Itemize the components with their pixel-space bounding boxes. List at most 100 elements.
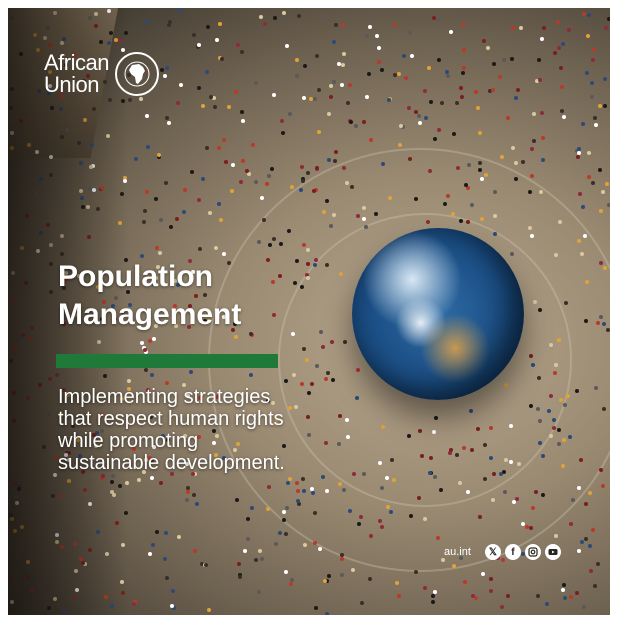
person-dot [141,219,146,224]
person-dot [231,163,236,168]
person-dot [530,173,535,178]
person-dot [571,498,576,503]
person-dot [386,97,391,102]
person-dot [426,65,431,70]
person-dot [582,233,587,238]
person-dot [165,381,170,386]
person-dot [577,147,582,152]
person-dot [349,120,354,125]
logo-wordmark: African Union [44,52,109,96]
person-dot [349,184,354,189]
person-dot [288,581,293,586]
person-dot [479,176,484,181]
person-dot [305,357,310,362]
african-union-logo: African Union [44,52,159,96]
person-dot [270,166,275,171]
person-dot [506,115,511,120]
person-dot [407,434,412,439]
person-dot [366,71,371,76]
person-dot [308,97,313,102]
person-dot [188,370,193,375]
person-dot [510,252,515,257]
person-dot [414,570,419,575]
person-dot [466,489,471,494]
person-dot [563,403,568,408]
person-dot [315,54,320,59]
person-dot [305,261,310,266]
person-dot [306,414,311,419]
person-dot [208,94,213,99]
person-dot [330,378,335,383]
person-dot [281,10,286,15]
person-dot [433,589,438,594]
person-dot [185,498,190,503]
person-dot [332,212,337,217]
person-dot [285,480,290,485]
person-dot [274,541,279,546]
person-dot [259,196,264,201]
person-dot [434,415,439,420]
person-dot [217,202,222,207]
person-dot [574,591,579,596]
person-dot [531,363,536,368]
person-dot [171,589,176,594]
person-dot [301,95,306,100]
person-dot [431,600,436,605]
person-dot [569,594,574,599]
person-dot [154,529,159,534]
person-dot [258,548,263,553]
person-dot [377,518,382,523]
logo-line2: Union [44,72,99,97]
person-dot [374,33,379,38]
person-dot [489,576,494,581]
person-dot [324,377,329,382]
person-dot [539,36,544,41]
person-dot [491,497,496,502]
person-dot [166,121,171,126]
website-link[interactable]: au.int [444,546,471,558]
facebook-icon[interactable]: f [504,544,521,560]
person-dot [339,556,344,561]
person-dot [221,252,226,257]
person-dot [556,46,561,51]
person-dot [182,188,187,193]
person-dot [587,12,592,17]
person-dot [291,373,296,378]
person-dot [536,375,541,380]
person-dot [163,556,168,561]
person-dot [517,462,521,467]
person-dot [430,593,435,598]
person-dot [547,408,552,413]
person-dot [338,272,343,277]
x-icon[interactable]: 𝕏 [484,544,501,560]
person-dot [337,482,342,487]
person-dot [281,509,286,514]
person-dot [528,190,533,195]
person-dot [189,169,194,174]
person-dot [553,534,558,539]
person-dot [281,517,286,522]
person-dot [256,590,261,595]
person-dot [150,475,155,480]
person-dot [312,96,317,101]
person-dot [237,562,242,567]
person-dot [367,577,372,582]
person-dot [492,62,496,67]
person-dot [317,87,322,92]
instagram-icon[interactable] [524,544,541,560]
person-dot [176,535,181,540]
tagline-line2: that respect human rights [58,408,284,430]
person-dot [501,58,506,63]
person-dot [128,98,133,103]
person-dot [204,145,209,150]
person-dot [563,301,568,306]
person-dot [296,488,300,493]
person-dot [168,225,173,230]
person-dot [139,340,144,345]
person-dot [213,104,218,109]
youtube-icon[interactable] [544,544,561,560]
person-dot [368,137,373,142]
person-dot [576,154,581,159]
person-dot [559,66,564,71]
person-dot [259,14,264,19]
